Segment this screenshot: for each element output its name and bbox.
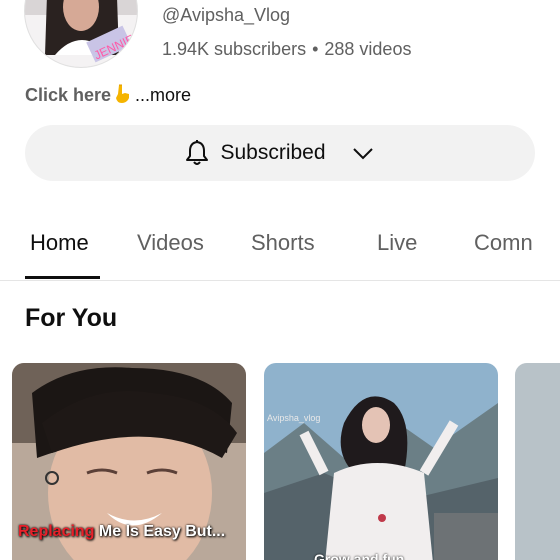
channel-avatar[interactable]: JENNIE bbox=[24, 0, 138, 68]
channel-page: JENNIE @Avipsha_Vlog 1.94K subscribers • 2… bbox=[0, 0, 560, 560]
pointing-down-hand-icon bbox=[113, 84, 131, 109]
stats-separator: • bbox=[312, 39, 319, 59]
avatar-image: JENNIE bbox=[25, 0, 137, 67]
description-text: Click here bbox=[25, 85, 112, 105]
subscribed-label: Subscribed bbox=[220, 141, 326, 164]
video-count: 288 videos bbox=[324, 39, 412, 59]
more-link[interactable]: ...more bbox=[135, 85, 191, 105]
channel-tabs: Home Videos Shorts Live Comn bbox=[0, 210, 560, 281]
tab-community[interactable]: Comn bbox=[474, 230, 533, 256]
tab-live[interactable]: Live bbox=[377, 230, 417, 256]
tab-home[interactable]: Home bbox=[30, 230, 89, 256]
tab-videos[interactable]: Videos bbox=[137, 230, 204, 256]
channel-stats: 1.94K subscribers • 288 videos bbox=[162, 39, 411, 60]
video-overlay-caption: Grow and fun bbox=[314, 551, 405, 560]
video-card[interactable] bbox=[515, 363, 560, 560]
overlay-red-text: Replacing bbox=[18, 523, 95, 540]
active-tab-indicator bbox=[25, 276, 100, 279]
overlay-white-text: Me Is Easy But... bbox=[94, 523, 226, 540]
subscribed-button[interactable]: Subscribed bbox=[25, 125, 535, 181]
video-overlay-title: Replacing Me Is Easy But... bbox=[18, 523, 225, 541]
channel-description[interactable]: Click here ...more bbox=[25, 84, 191, 109]
chevron-down-icon bbox=[336, 143, 376, 163]
subscriber-count: 1.94K subscribers bbox=[162, 39, 307, 59]
video-thumbnail bbox=[515, 363, 560, 560]
section-title: For You bbox=[25, 304, 118, 332]
channel-handle: @Avipsha_Vlog bbox=[162, 5, 291, 25]
video-watermark: Avipsha_vlog bbox=[267, 413, 321, 423]
video-card[interactable]: Avipsha_vlog Grow and fun bbox=[264, 363, 498, 560]
video-card[interactable]: Replacing Me Is Easy But... bbox=[12, 363, 246, 560]
bell-icon bbox=[184, 139, 210, 167]
video-thumbnail bbox=[264, 363, 498, 560]
tab-shorts[interactable]: Shorts bbox=[251, 230, 315, 256]
